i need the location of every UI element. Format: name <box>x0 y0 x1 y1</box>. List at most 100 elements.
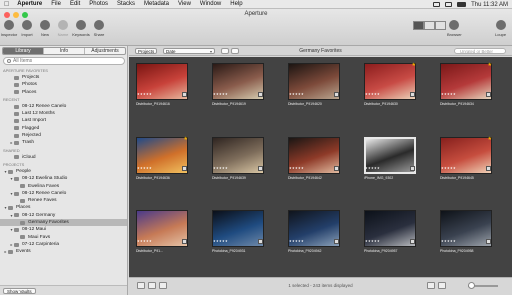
battery-icon[interactable] <box>457 2 467 7</box>
photo-thumbnail[interactable]: ★★★★★ Distributor_P9194642 <box>284 137 344 182</box>
sidebar-item[interactable]: ▾ Places <box>0 204 127 211</box>
name-button[interactable]: Name <box>56 20 70 37</box>
sidebar-item-label: 08-12 Germany <box>22 212 56 218</box>
photo-thumbnail[interactable]: ★★★★★ Photokina_P9204957 <box>360 210 420 255</box>
sidebar-item[interactable]: iCloud <box>0 154 127 161</box>
menu-file[interactable]: File <box>51 1 61 7</box>
browser-search-field[interactable]: Unrated or Better <box>454 48 506 54</box>
photo-thumbnail[interactable]: ★★★★★ Distributor_P9194616 <box>132 63 192 108</box>
photo-thumbnail[interactable]: ★★★★★ Distributor_P9194619 <box>208 63 268 108</box>
sidebar-item[interactable]: ▸ 07-12 Carpinteria <box>0 241 127 248</box>
tab-adjustments[interactable]: Adjustments <box>85 48 125 54</box>
sidebar-item[interactable]: Germany Favorites <box>0 219 127 227</box>
photo-thumbnail[interactable]: ★★★★★ ★ Distributor_P9194645 <box>436 136 496 182</box>
rating-stars-icon[interactable]: ★★★★★ <box>365 239 380 243</box>
rating-stars-icon[interactable]: ★★★★★ <box>441 239 456 243</box>
library-search[interactable] <box>3 57 125 65</box>
photo-thumbnail[interactable]: ★★★★★ iPhone_IMG_9302 <box>360 137 420 182</box>
rating-stars-icon[interactable]: ★★★★★ <box>213 166 228 170</box>
wifi-icon[interactable] <box>445 2 453 7</box>
tab-info[interactable]: Info <box>44 48 85 54</box>
sidebar-item[interactable]: Rejected <box>0 132 127 139</box>
sidebar-item[interactable]: ▾ 08-12 Germany <box>0 212 127 219</box>
photo-thumbnail[interactable]: ★★★★★ Photokina_P9204942 <box>284 210 344 255</box>
menu-photos[interactable]: Photos <box>89 1 108 7</box>
photo-thumbnail[interactable]: ★★★★★ Photokina_P9204958 <box>436 210 496 255</box>
rating-stars-icon[interactable]: ★★★★★ <box>289 92 304 96</box>
sidebar-item[interactable]: ▾ 08-12 Maui <box>0 226 127 233</box>
rating-stars-icon[interactable]: ★★★★★ <box>441 166 456 170</box>
adjustment-badge-icon <box>258 166 263 171</box>
loupe-button[interactable]: Loupe <box>495 20 506 37</box>
sidebar-item[interactable]: Places <box>0 89 127 96</box>
sidebar-item-label: Projects <box>22 75 40 80</box>
tab-library[interactable]: Library <box>3 48 44 54</box>
rotate-right-icon[interactable] <box>438 282 446 289</box>
app-menu[interactable]: Aperture <box>17 1 42 7</box>
rating-stars-icon[interactable]: ★★★★★ <box>289 166 304 170</box>
keywords-icon <box>76 20 86 30</box>
rating-stars-icon[interactable]: ★★★★★ <box>365 92 380 96</box>
sidebar-item[interactable]: Last Import <box>0 117 127 124</box>
sidebar-item[interactable]: 08-12 Renee Canelo <box>0 103 127 110</box>
filmstrip-view-button[interactable] <box>424 21 435 30</box>
clock[interactable]: Thu 11:32 AM <box>471 2 508 8</box>
menu-help[interactable]: Help <box>230 1 242 7</box>
photo-thumbnail[interactable]: ★★★★★ Distributor_P9194639 <box>208 137 268 182</box>
sidebar-item[interactable]: Flagged <box>0 125 127 132</box>
sidebar-item[interactable]: ▾ 08-12 Ewelina Studio <box>0 175 127 182</box>
rating-stars-icon[interactable]: ★★★★★ <box>137 239 152 243</box>
inspector-button[interactable]: Inspector <box>1 20 17 37</box>
rating-stars-icon[interactable]: ★★★★★ <box>289 239 304 243</box>
photo-thumbnail[interactable]: ★★★★★ ★ Distributor_P9194636 <box>132 136 192 182</box>
thumbnail-size-slider[interactable] <box>468 282 498 289</box>
new-button[interactable]: New <box>38 20 52 37</box>
photo-caption: Distributor_P9194636 <box>136 176 170 180</box>
rating-stars-icon[interactable]: ★★★★★ <box>213 239 228 243</box>
viewer-view-button[interactable] <box>435 21 446 30</box>
browser-button[interactable]: Browser <box>447 20 462 37</box>
slider-knob[interactable] <box>468 282 475 289</box>
adjustment-badge-icon <box>258 239 263 244</box>
sidebar-item[interactable]: ▸ Trash <box>0 139 127 146</box>
sidebar-item-label: 08-12 Ewelina Studio <box>22 176 68 182</box>
folder-icon <box>14 213 19 218</box>
rating-stars-icon[interactable]: ★★★★★ <box>213 92 228 96</box>
photo-thumbnail[interactable]: ★★★★★ Distributor_P9194620 <box>284 63 344 108</box>
sidebar-item-label: Trash <box>22 140 35 146</box>
show-vaults-button[interactable]: Show Vaults <box>3 288 36 294</box>
sidebar-item[interactable]: ▸ Events <box>0 248 127 255</box>
rotate-left-icon[interactable] <box>427 282 435 289</box>
sidebar-item[interactable]: Last 12 Months <box>0 110 127 117</box>
keywords-button[interactable]: Keywords <box>72 20 90 37</box>
sidebar-item[interactable]: Projects <box>0 74 127 81</box>
folder-icon <box>14 119 19 124</box>
rating-stars-icon[interactable]: ★★★★★ <box>365 166 380 170</box>
sidebar-item[interactable]: Renee Faves <box>0 197 127 204</box>
menu-metadata[interactable]: Metadata <box>144 1 169 7</box>
rating-stars-icon[interactable]: ★★★★★ <box>137 166 152 170</box>
favorite-badge-icon: ★ <box>487 136 492 142</box>
sidebar-item[interactable]: ▾ 08-12 Renee Canelo <box>0 190 127 197</box>
import-button[interactable]: Import <box>20 20 34 37</box>
menu-window[interactable]: Window <box>200 1 221 7</box>
apple-menu-icon[interactable]:  <box>4 1 9 8</box>
rating-stars-icon[interactable]: ★★★★★ <box>441 92 456 96</box>
menu-stacks[interactable]: Stacks <box>117 1 135 7</box>
sidebar-item[interactable]: Ewelina Faves <box>0 183 127 190</box>
rating-stars-icon[interactable]: ★★★★★ <box>137 92 152 96</box>
menu-edit[interactable]: Edit <box>70 1 80 7</box>
photo-thumbnail[interactable]: ★★★★★ Photokina_P9204931 <box>208 210 268 255</box>
photo-thumbnail[interactable]: ★★★★★ ★ Distributor_P9194634 <box>436 62 496 108</box>
menu-view[interactable]: View <box>178 1 191 7</box>
grid-view-button[interactable] <box>413 21 424 30</box>
share-button[interactable]: Share <box>92 20 106 37</box>
sidebar-item[interactable]: Maui Favs <box>0 234 127 241</box>
sidebar-item[interactable]: ▾ People <box>0 168 127 175</box>
library-search-input[interactable] <box>13 58 113 64</box>
sidebar-item[interactable]: Photos <box>0 81 127 88</box>
photo-thumbnail[interactable]: ★★★★★ Distributor_P91... <box>132 210 192 255</box>
photo-thumbnail[interactable]: ★★★★★ ★ Distributor_P9194630 <box>360 62 420 108</box>
dropbox-icon[interactable] <box>433 2 441 7</box>
photo-caption: Distributor_P9194616 <box>136 102 170 106</box>
